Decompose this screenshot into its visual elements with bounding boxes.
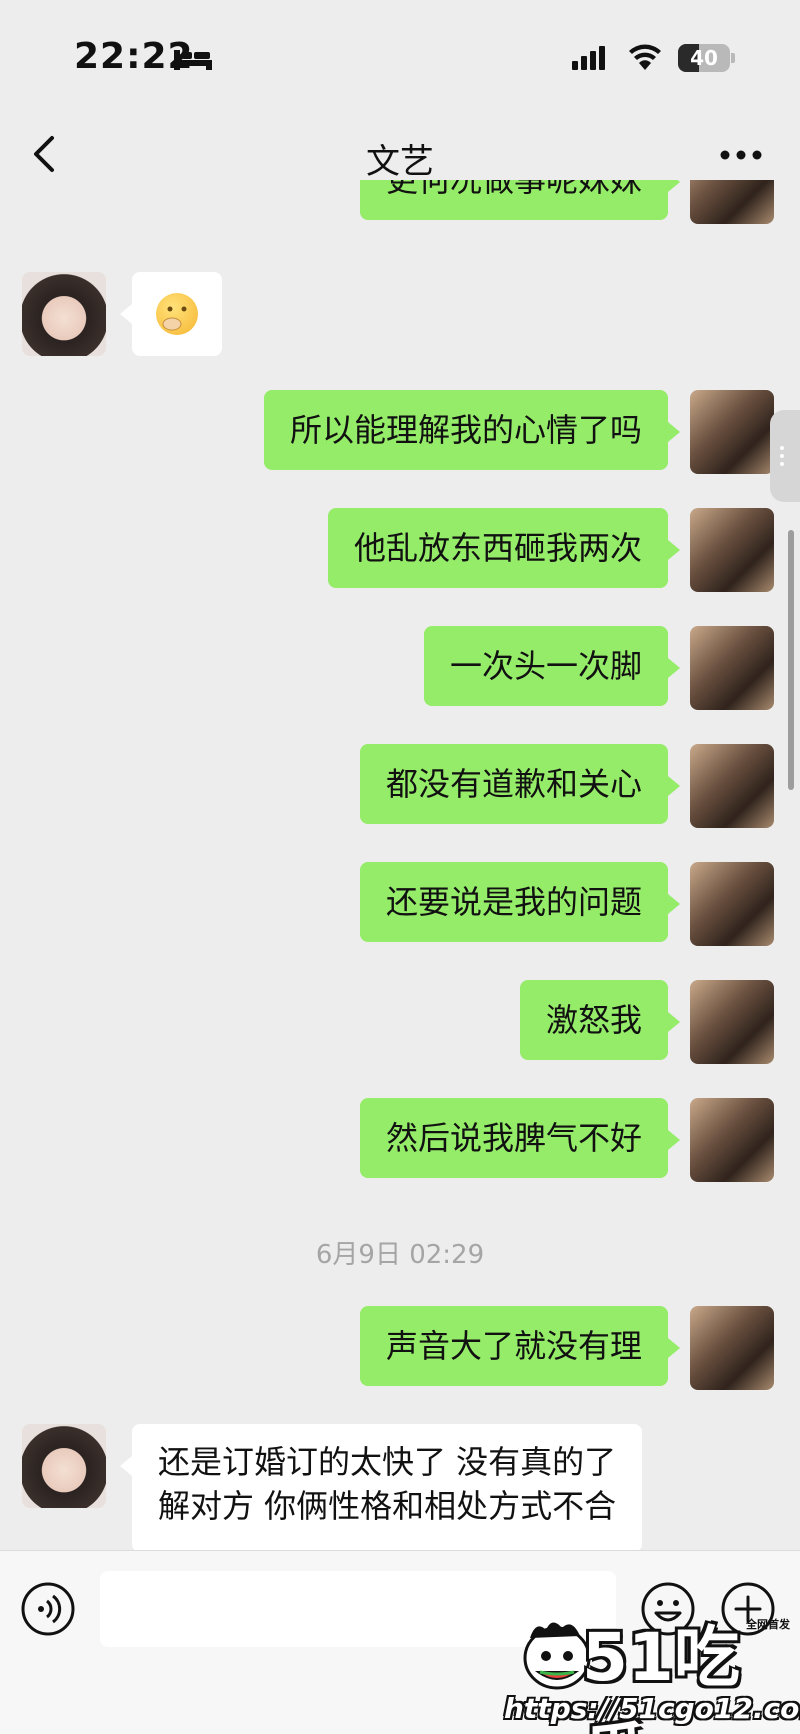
message-row xyxy=(0,272,800,362)
message-bubble[interactable]: 所以能理解我的心情了吗 xyxy=(263,390,668,470)
chat-title: 文艺 xyxy=(366,142,434,182)
scroll-handle[interactable] xyxy=(770,410,800,502)
my-avatar[interactable] xyxy=(690,508,774,592)
emoji-bubble[interactable] xyxy=(132,272,222,356)
message-row: 还是订婚订的太快了 没有真的了 解对方 你俩性格和相处方式不合 xyxy=(0,1424,800,1550)
my-avatar[interactable] xyxy=(690,180,774,224)
message-bubble[interactable]: 还要说是我的问题 xyxy=(359,862,668,942)
message-bubble[interactable]: 更何况做事呢妹妹 xyxy=(359,180,668,220)
contact-avatar[interactable] xyxy=(22,272,106,356)
message-bubble[interactable]: 还是订婚订的太快了 没有真的了 解对方 你俩性格和相处方式不合 xyxy=(132,1424,643,1550)
message-row: 声音大了就没有理 xyxy=(0,1306,800,1396)
message-list[interactable]: 更何况做事呢妹妹 所以能理解我的心情了吗 他乱放东西砸我两次 一次头一次脚 都没… xyxy=(0,180,800,1550)
my-avatar[interactable] xyxy=(690,1098,774,1182)
bubble-tail xyxy=(668,180,680,192)
drag-dots-icon xyxy=(780,446,784,466)
bubble-tail xyxy=(668,1338,680,1358)
voice-input-icon[interactable] xyxy=(20,1581,76,1637)
battery-cap xyxy=(731,53,735,63)
message-timestamp: 6月9日 02:29 xyxy=(315,1240,485,1270)
message-bubble[interactable]: 他乱放东西砸我两次 xyxy=(327,508,668,588)
message-row: 都没有道歉和关心 xyxy=(0,744,800,834)
message-row: 一次头一次脚 xyxy=(0,626,800,716)
cellular-signal-icon xyxy=(572,46,605,70)
message-bubble[interactable]: 声音大了就没有理 xyxy=(359,1306,668,1386)
status-bar: 22:22 40 xyxy=(0,0,800,110)
battery-indicator: 40 xyxy=(678,44,730,72)
watermark: 51吃瓜 全网首发 https://51cgo12.com xyxy=(500,1600,800,1734)
bubble-tail xyxy=(668,776,680,796)
bubble-tail xyxy=(668,1012,680,1032)
more-options-icon[interactable] xyxy=(720,150,762,160)
scrollbar[interactable] xyxy=(788,530,794,790)
my-avatar[interactable] xyxy=(690,390,774,474)
bubble-tail xyxy=(668,540,680,560)
contact-avatar[interactable] xyxy=(22,1424,106,1508)
bubble-tail xyxy=(120,304,132,324)
bubble-tail xyxy=(668,894,680,914)
my-avatar[interactable] xyxy=(690,1306,774,1390)
message-row: 然后说我脾气不好 xyxy=(0,1098,800,1188)
my-avatar[interactable] xyxy=(690,980,774,1064)
message-row: 还要说是我的问题 xyxy=(0,862,800,952)
bubble-tail xyxy=(668,422,680,442)
message-line: 解对方 你俩性格和相处方式不合 xyxy=(158,1487,617,1525)
bubble-tail xyxy=(668,1130,680,1150)
battery-level: 40 xyxy=(690,46,718,70)
my-avatar[interactable] xyxy=(690,626,774,710)
message-bubble[interactable]: 激怒我 xyxy=(519,980,668,1060)
message-bubble[interactable]: 都没有道歉和关心 xyxy=(359,744,668,824)
message-bubble[interactable]: 一次头一次脚 xyxy=(423,626,668,706)
face-with-hand-over-mouth-icon xyxy=(156,293,198,335)
sleep-focus-icon xyxy=(174,50,212,70)
wifi-icon xyxy=(629,44,661,70)
my-avatar[interactable] xyxy=(690,862,774,946)
my-avatar[interactable] xyxy=(690,744,774,828)
bubble-tail xyxy=(668,658,680,678)
message-row: 更何况做事呢妹妹 xyxy=(0,180,800,240)
watermark-url: https://51cgo12.com xyxy=(504,1692,800,1725)
message-line: 还是订婚订的太快了 没有真的了 xyxy=(158,1443,617,1481)
message-row: 他乱放东西砸我两次 xyxy=(0,508,800,598)
message-row: 激怒我 xyxy=(0,980,800,1070)
message-row: 所以能理解我的心情了吗 xyxy=(0,390,800,480)
bubble-tail xyxy=(120,1456,132,1476)
watermark-tag: 全网首发 xyxy=(746,1618,790,1631)
message-bubble[interactable]: 然后说我脾气不好 xyxy=(359,1098,668,1178)
